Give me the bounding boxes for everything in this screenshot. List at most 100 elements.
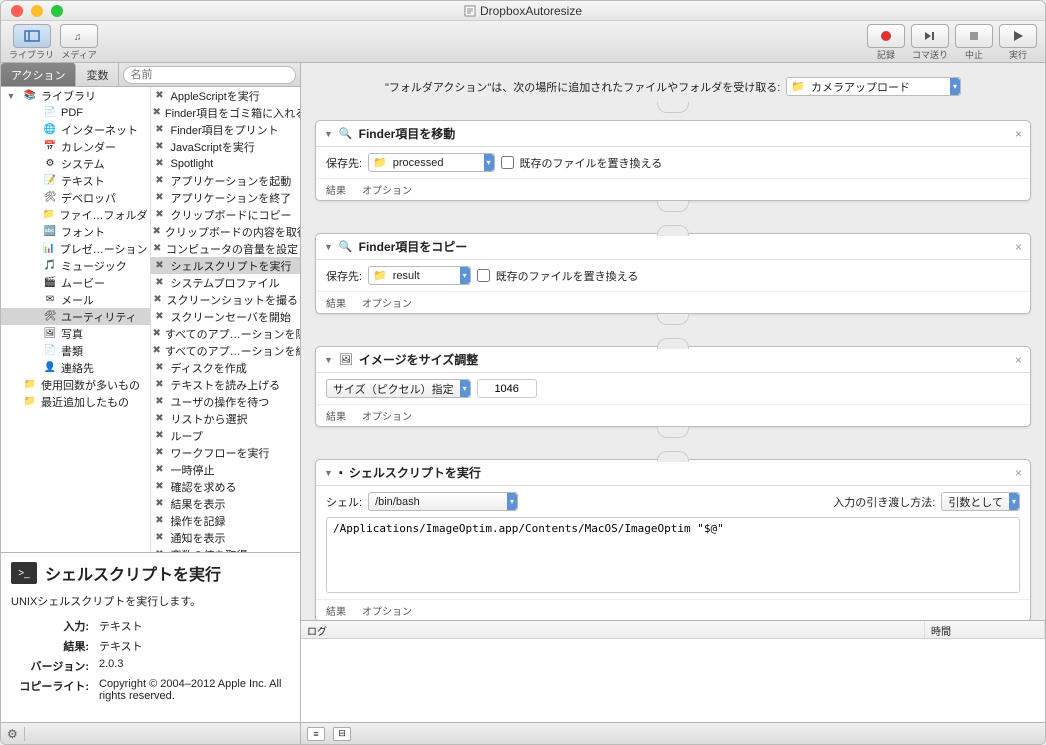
action-icon: ✖ [153,497,167,511]
disclosure-triangle[interactable]: ▼ [324,355,333,365]
action-list-item[interactable]: ✖アプリケーションを起動 [151,172,301,189]
action-list-item[interactable]: ✖システムプロファイル [151,274,301,291]
view-mode-flow-button[interactable]: ⊟ [333,727,351,741]
library-smart-item[interactable]: 📁最近追加したもの [1,393,150,410]
action-list-item[interactable]: ✖ワークフローを実行 [151,444,301,461]
tab-variables[interactable]: 変数 [76,63,119,86]
action-list-item[interactable]: ✖リストから選択 [151,410,301,427]
action-list-item[interactable]: ✖クリップボードの内容を取得 [151,223,301,240]
script-textarea[interactable] [326,517,1020,593]
action-list-item[interactable]: ✖AppleScriptを実行 [151,87,301,104]
workflow-area: "フォルダアクション"は、次の場所に追加されたファイルやフォルダを受け取る: 📁… [301,63,1045,620]
replace-checkbox[interactable] [477,269,490,282]
results-link[interactable]: 結果 [326,182,346,197]
search-input[interactable] [123,66,296,84]
library-item[interactable]: 🖼写真 [1,325,150,342]
library-item[interactable]: 👤連絡先 [1,359,150,376]
step-button[interactable] [911,24,949,48]
library-root[interactable]: ▼📚ライブラリ [1,87,150,104]
results-link[interactable]: 結果 [326,408,346,423]
action-list-item[interactable]: ✖JavaScriptを実行 [151,138,301,155]
library-item[interactable]: 🔤フォント [1,223,150,240]
close-icon[interactable]: × [1015,240,1022,254]
category-icon: 📄 [43,344,57,358]
library-item[interactable]: 🛠ユーティリティ [1,308,150,325]
chevron-updown-icon: ▾ [460,380,470,397]
tab-actions[interactable]: アクション [1,63,76,86]
pass-input-select[interactable]: 引数として▾ [941,492,1020,511]
chevron-updown-icon: ▾ [950,78,960,95]
action-list-item[interactable]: ✖Finder項目をゴミ箱に入れる [151,104,301,121]
library-item[interactable]: 📁ファイ…フォルダ [1,206,150,223]
close-icon[interactable]: × [1015,466,1022,480]
destination-folder-select[interactable]: 📁 result ▾ [368,266,471,285]
action-list-item[interactable]: ✖すべてのアプ…ーションを終了 [151,342,301,359]
record-button[interactable] [867,24,905,48]
disclosure-triangle[interactable]: ▼ [324,129,333,139]
library-item[interactable]: 📄PDF [1,104,150,121]
record-label: 記録 [877,48,895,61]
folder-icon: 📁 [369,269,391,282]
action-list-item[interactable]: ✖コンピュータの音量を設定 [151,240,301,257]
destination-folder-select[interactable]: 📁 processed ▾ [368,153,494,172]
replace-checkbox[interactable] [501,156,514,169]
media-button[interactable]: ♫ [60,24,98,48]
category-icon: 🌐 [43,123,57,137]
action-list-item[interactable]: ✖通知を表示 [151,529,301,546]
action-list-item[interactable]: ✖テキストを読み上げる [151,376,301,393]
step-icon [923,30,937,42]
action-list-item[interactable]: ✖スクリーンセーバを開始 [151,308,301,325]
results-link[interactable]: 結果 [326,603,346,618]
library-smart-item[interactable]: 📁使用回数が多いもの [1,376,150,393]
action-list-item[interactable]: ✖結果を表示 [151,495,301,512]
results-link[interactable]: 結果 [326,295,346,310]
action-list-item[interactable]: ✖操作を記録 [151,512,301,529]
category-icon: 🔤 [43,225,57,239]
library-item[interactable]: 📅カレンダー [1,138,150,155]
action-list-item[interactable]: ✖ユーザの操作を待つ [151,393,301,410]
action-icon: ✖ [153,191,167,205]
disclosure-triangle[interactable]: ▼ [324,242,333,252]
size-input[interactable] [477,379,537,398]
log-column-header[interactable]: ログ [301,621,925,638]
disclosure-triangle[interactable]: ▼ [324,468,333,478]
action-list-item[interactable]: ✖ディスクを作成 [151,359,301,376]
options-link[interactable]: オプション [362,295,412,310]
action-list-item[interactable]: ✖確認を求める [151,478,301,495]
options-link[interactable]: オプション [362,182,412,197]
run-button[interactable] [999,24,1037,48]
shell-select[interactable]: /bin/bash▾ [368,492,518,511]
library-item[interactable]: 📊プレゼ…ーション [1,240,150,257]
library-item[interactable]: ✉メール [1,291,150,308]
library-toggle-button[interactable] [13,24,51,48]
action-list-item[interactable]: ✖シェルスクリプトを実行 [151,257,301,274]
library-item[interactable]: 🛠デベロッパ [1,189,150,206]
close-icon[interactable]: × [1015,353,1022,367]
options-link[interactable]: オプション [362,408,412,423]
close-icon[interactable]: × [1015,127,1022,141]
action-list-item[interactable]: ✖クリップボードにコピー [151,206,301,223]
gear-icon[interactable]: ⚙ [7,727,18,741]
action-list-item[interactable]: ✖Spotlight [151,155,301,172]
description-panel: >_ シェルスクリプトを実行 UNIXシェルスクリプトを実行します。 入力:テキ… [1,552,300,722]
time-column-header[interactable]: 時間 [925,621,1045,638]
action-list-item[interactable]: ✖すべてのアプ…ーションを隠す [151,325,301,342]
run-label: 実行 [1009,48,1027,61]
action-list-item[interactable]: ✖アプリケーションを終了 [151,189,301,206]
left-statusbar: ⚙ [1,722,300,744]
action-list-item[interactable]: ✖Finder項目をプリント [151,121,301,138]
library-item[interactable]: ⚙システム [1,155,150,172]
size-mode-select[interactable]: サイズ（ピクセル）指定▾ [326,379,471,398]
library-item[interactable]: 🌐インターネット [1,121,150,138]
action-list-item[interactable]: ✖一時停止 [151,461,301,478]
stop-button[interactable] [955,24,993,48]
library-item[interactable]: 📄書類 [1,342,150,359]
library-item[interactable]: 📝テキスト [1,172,150,189]
action-list-item[interactable]: ✖ループ [151,427,301,444]
options-link[interactable]: オプション [362,603,412,618]
action-list-item[interactable]: ✖スクリーンショットを撮る [151,291,301,308]
input-folder-select[interactable]: 📁 カメラアップロード ▾ [786,77,961,96]
library-item[interactable]: 🎬ムービー [1,274,150,291]
library-item[interactable]: 🎵ミュージック [1,257,150,274]
view-mode-list-button[interactable]: ≡ [307,727,325,741]
